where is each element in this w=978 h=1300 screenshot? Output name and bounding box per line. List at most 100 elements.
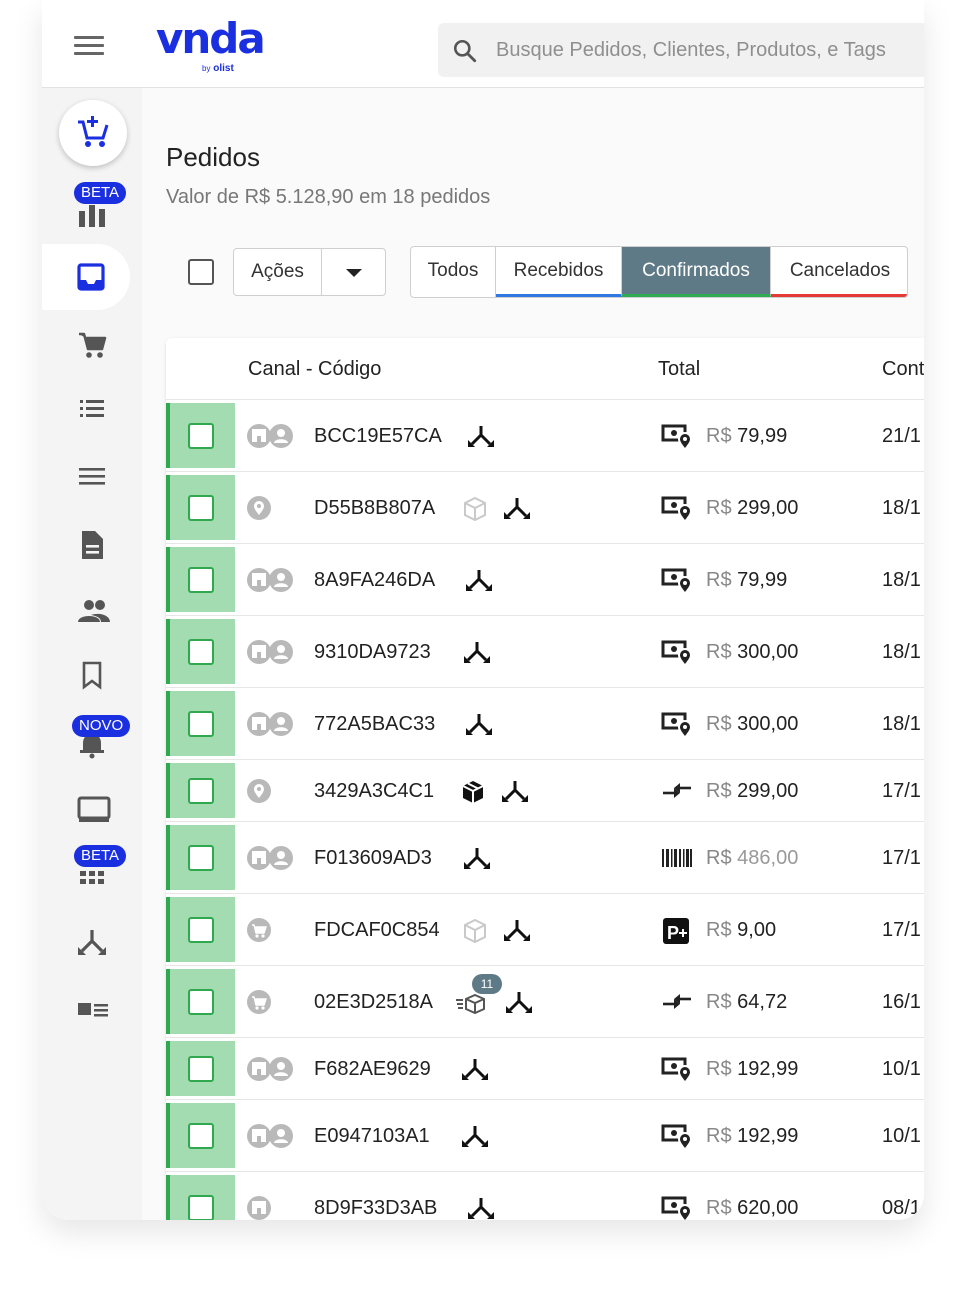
document-icon bbox=[82, 531, 103, 559]
sidebar-item-catalog[interactable] bbox=[42, 978, 142, 1038]
table-row[interactable]: 8D9F33D3AB R$ 620,00 08/1 bbox=[166, 1172, 924, 1220]
order-total-value: 192,99 bbox=[737, 1058, 799, 1080]
vnda-logo[interactable]: vnda by olist bbox=[156, 18, 276, 78]
table-row[interactable]: 772A5BAC33 R$ 300,00 18/1 bbox=[166, 688, 924, 760]
sidebar-item-list[interactable] bbox=[42, 378, 142, 438]
channel-store-person-icon bbox=[246, 1123, 296, 1154]
filter-recebidos[interactable]: Recebidos bbox=[496, 247, 622, 297]
new-order-button[interactable] bbox=[59, 100, 127, 166]
hamburger-menu-icon[interactable] bbox=[74, 36, 104, 60]
sidebar-item-orders[interactable] bbox=[42, 244, 130, 310]
column-header-channel-code[interactable]: Canal - Código bbox=[248, 358, 381, 381]
people-icon bbox=[78, 600, 110, 622]
filter-confirmados[interactable]: Confirmados bbox=[622, 247, 771, 297]
sidebar-item-menu[interactable] bbox=[42, 445, 142, 505]
table-row[interactable]: F013609AD3 R$ 486,00 17/1 bbox=[166, 822, 924, 894]
table-row[interactable]: 3429A3C4C1 R$ 299,00 17/1 bbox=[166, 760, 924, 822]
order-date: 17/1 bbox=[882, 847, 921, 869]
row-checkbox[interactable] bbox=[188, 639, 214, 665]
order-code[interactable]: 772A5BAC33 bbox=[314, 713, 435, 736]
currency-symbol: R$ bbox=[706, 1058, 732, 1080]
row-checkbox[interactable] bbox=[188, 1123, 214, 1149]
channel-pin-icon bbox=[246, 495, 274, 526]
row-checkbox[interactable] bbox=[188, 711, 214, 737]
split-icon bbox=[506, 990, 532, 1019]
row-checkbox[interactable] bbox=[188, 845, 214, 871]
column-header-cont[interactable]: Cont bbox=[882, 358, 924, 381]
order-total-value: 300,00 bbox=[737, 713, 799, 735]
order-code[interactable]: F682AE9629 bbox=[314, 1058, 431, 1081]
monitor-icon bbox=[77, 796, 111, 822]
order-code[interactable]: FDCAF0C854 bbox=[314, 919, 440, 942]
table-row[interactable]: E0947103A1 R$ 192,99 10/1 bbox=[166, 1100, 924, 1172]
list-icon bbox=[80, 400, 104, 417]
row-checkbox[interactable] bbox=[188, 567, 214, 593]
currency-symbol: R$ bbox=[706, 569, 732, 591]
order-total: R$ 192,99 bbox=[706, 1058, 798, 1081]
channel-cart-icon bbox=[246, 917, 274, 948]
search-input[interactable] bbox=[496, 23, 916, 77]
app-window: vnda by olist BETA bbox=[42, 0, 924, 1220]
order-total: R$ 79,99 bbox=[706, 569, 787, 592]
table-row[interactable]: 8A9FA246DA R$ 79,99 18/1 bbox=[166, 544, 924, 616]
sidebar-item-customers[interactable] bbox=[42, 580, 142, 640]
row-checkbox[interactable] bbox=[188, 989, 214, 1015]
order-code[interactable]: 3429A3C4C1 bbox=[314, 780, 434, 803]
currency-symbol: R$ bbox=[706, 641, 732, 663]
select-all-checkbox[interactable] bbox=[188, 259, 214, 285]
row-checkbox[interactable] bbox=[188, 495, 214, 521]
sidebar-item-documents[interactable] bbox=[42, 513, 142, 573]
sidebar-item-bookmarks[interactable] bbox=[42, 644, 142, 704]
order-total: R$ 486,00 bbox=[706, 847, 798, 870]
logo-wordmark: vnda bbox=[156, 14, 266, 63]
channel-store-person-icon bbox=[246, 845, 296, 876]
logo-partner: olist bbox=[213, 63, 234, 74]
search-bar[interactable] bbox=[438, 23, 924, 77]
channel-store-icon bbox=[246, 1195, 274, 1220]
order-code[interactable]: D55B8B807A bbox=[314, 497, 435, 520]
payment-money-icon bbox=[661, 1195, 693, 1220]
row-checkbox[interactable] bbox=[188, 1195, 214, 1220]
actions-dropdown: Ações bbox=[233, 248, 386, 296]
row-checkbox[interactable] bbox=[188, 778, 214, 804]
order-code[interactable]: 9310DA9723 bbox=[314, 641, 431, 664]
actions-button[interactable]: Ações bbox=[234, 249, 321, 295]
split-icon bbox=[504, 918, 530, 947]
page-title: Pedidos bbox=[166, 142, 260, 172]
sidebar-item-notifications[interactable]: NOVO bbox=[42, 713, 142, 773]
sidebar-item-reports[interactable]: BETA bbox=[42, 182, 142, 243]
order-code[interactable]: 8D9F33D3AB bbox=[314, 1197, 437, 1220]
row-checkbox[interactable] bbox=[188, 1056, 214, 1082]
order-date: 10/1 bbox=[882, 1058, 921, 1080]
row-checkbox[interactable] bbox=[188, 917, 214, 943]
sidebar-item-integrations[interactable] bbox=[42, 911, 142, 971]
sidebar-item-cart[interactable] bbox=[42, 314, 142, 374]
menu-lines-icon bbox=[79, 468, 105, 485]
order-code[interactable]: F013609AD3 bbox=[314, 847, 432, 870]
row-checkbox[interactable] bbox=[188, 423, 214, 449]
inbox-icon bbox=[77, 263, 105, 291]
table-row[interactable]: D55B8B807A R$ 299,00 18/1 bbox=[166, 472, 924, 544]
filter-cancelados[interactable]: Cancelados bbox=[771, 247, 907, 297]
box-filled-icon bbox=[460, 779, 486, 810]
table-row[interactable]: 02E3D2518A 11 R$ 64,72 16/1 bbox=[166, 966, 924, 1038]
order-total: R$ 300,00 bbox=[706, 713, 798, 736]
column-header-total[interactable]: Total bbox=[658, 358, 700, 381]
actions-dropdown-toggle[interactable] bbox=[321, 249, 386, 295]
payment-money-icon bbox=[661, 1056, 693, 1087]
main-content: Pedidos Valor de R$ 5.128,90 em 18 pedid… bbox=[142, 88, 924, 1220]
split-icon bbox=[462, 1124, 488, 1153]
table-row[interactable]: FDCAF0C854 P R$ 9,00 17/1 bbox=[166, 894, 924, 966]
order-code[interactable]: BCC19E57CA bbox=[314, 425, 442, 448]
filter-todos[interactable]: Todos bbox=[411, 247, 496, 297]
table-row[interactable]: 9310DA9723 R$ 300,00 18/1 bbox=[166, 616, 924, 688]
sidebar-item-display[interactable] bbox=[42, 778, 142, 838]
table-row[interactable]: F682AE9629 R$ 192,99 10/1 bbox=[166, 1038, 924, 1100]
order-code[interactable]: 8A9FA246DA bbox=[314, 569, 435, 592]
order-code[interactable]: E0947103A1 bbox=[314, 1125, 430, 1148]
sidebar-item-grid[interactable]: BETA bbox=[42, 845, 142, 905]
table-row[interactable]: BCC19E57CA R$ 79,99 21/1 bbox=[166, 400, 924, 472]
order-total: R$ 79,99 bbox=[706, 425, 787, 448]
order-code[interactable]: 02E3D2518A bbox=[314, 991, 433, 1014]
split-icon bbox=[468, 424, 494, 453]
